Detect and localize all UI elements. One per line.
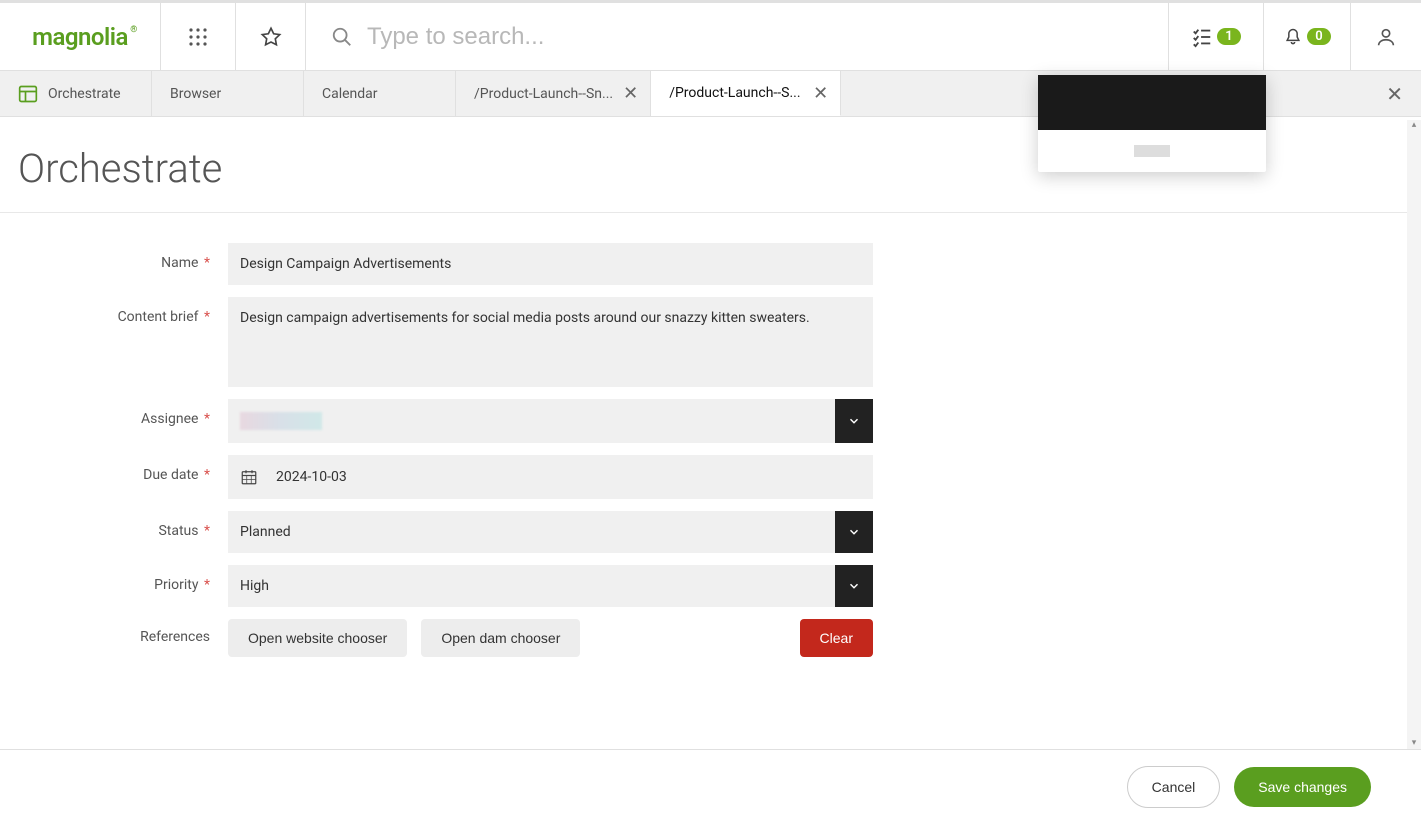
status-value: Planned — [240, 524, 291, 540]
popup-header — [1038, 75, 1266, 130]
tab-calendar[interactable]: Calendar — [304, 71, 456, 116]
scroll-up-icon: ▴ — [1407, 120, 1421, 131]
grid-icon — [188, 27, 208, 47]
tab-orchestrate[interactable]: Orchestrate — [0, 71, 152, 116]
bell-icon — [1283, 27, 1303, 47]
notifications-badge: 0 — [1307, 28, 1330, 45]
label-status: Status * — [0, 511, 228, 539]
popup-body — [1038, 130, 1266, 172]
close-icon[interactable]: ✕ — [623, 83, 638, 104]
footer-actions: Cancel Save changes — [0, 749, 1421, 824]
status-dropdown-button[interactable] — [835, 511, 873, 553]
status-field[interactable]: Planned — [228, 511, 835, 553]
tab-product-launch-2[interactable]: /Product-Launch--S... ✕ — [651, 71, 841, 116]
priority-field[interactable]: High — [228, 565, 835, 607]
close-all-icon[interactable]: ✕ — [1386, 82, 1403, 106]
open-website-chooser-button[interactable]: Open website chooser — [228, 619, 407, 657]
tab-product-launch-1[interactable]: /Product-Launch--Sn... ✕ — [456, 71, 651, 116]
chevron-down-icon — [847, 414, 861, 428]
star-icon — [260, 26, 282, 48]
popup-placeholder — [1134, 145, 1170, 157]
user-menu-button[interactable] — [1351, 3, 1421, 70]
calendar-icon — [240, 468, 258, 486]
due-date-value: 2024-10-03 — [276, 469, 347, 485]
label-due-date: Due date * — [0, 455, 228, 483]
favorites-button[interactable] — [236, 3, 306, 70]
assignee-dropdown-button[interactable] — [835, 399, 873, 443]
tab-label: /Product-Launch--Sn... — [474, 86, 613, 102]
logo-cell[interactable]: magnolia — [0, 3, 161, 70]
row-name: Name * — [0, 243, 1421, 285]
label-references: References — [0, 619, 228, 645]
label-assignee: Assignee * — [0, 399, 228, 427]
tasks-icon — [1191, 26, 1213, 48]
assignee-field[interactable] — [228, 399, 835, 443]
tab-label: Orchestrate — [48, 86, 121, 102]
assignee-chip — [240, 412, 322, 430]
label-name: Name * — [0, 243, 228, 271]
notifications-button[interactable]: 0 — [1264, 3, 1351, 70]
app-header: magnolia 1 0 — [0, 3, 1421, 71]
name-field[interactable] — [228, 243, 873, 285]
cancel-button[interactable]: Cancel — [1127, 766, 1221, 808]
label-priority: Priority * — [0, 565, 228, 593]
content-brief-field[interactable]: Design campaign advertisements for socia… — [228, 297, 873, 387]
scroll-down-icon: ▾ — [1407, 738, 1421, 749]
app-icon — [18, 84, 38, 104]
row-status: Status * Planned — [0, 511, 1421, 553]
save-button[interactable]: Save changes — [1234, 767, 1371, 807]
tab-label: /Product-Launch--S... — [669, 85, 800, 101]
chevron-down-icon — [847, 579, 861, 593]
search-icon — [331, 26, 353, 48]
main-content: Orchestrate Name * Content brief * Desig… — [0, 117, 1421, 749]
open-dam-chooser-button[interactable]: Open dam chooser — [421, 619, 580, 657]
row-content-brief: Content brief * Design campaign advertis… — [0, 297, 1421, 387]
tab-label: Browser — [170, 86, 221, 102]
label-content-brief: Content brief * — [0, 297, 228, 325]
tasks-button[interactable]: 1 — [1169, 3, 1264, 70]
row-priority: Priority * High — [0, 565, 1421, 607]
clear-button[interactable]: Clear — [800, 619, 873, 657]
apps-launcher-button[interactable] — [161, 3, 236, 70]
due-date-field[interactable]: 2024-10-03 — [228, 455, 873, 499]
row-due-date: Due date * 2024-10-03 — [0, 455, 1421, 499]
outer-scrollbar[interactable]: ▴ ▾ — [1407, 120, 1421, 749]
search-cell — [306, 3, 1169, 70]
priority-dropdown-button[interactable] — [835, 565, 873, 607]
notification-popup[interactable] — [1038, 75, 1266, 172]
form: Name * Content brief * Design campaign a… — [0, 212, 1421, 657]
search-input[interactable] — [367, 23, 1168, 51]
user-icon — [1375, 26, 1397, 48]
row-assignee: Assignee * — [0, 399, 1421, 443]
tasks-badge: 1 — [1217, 28, 1240, 45]
logo: magnolia — [32, 23, 128, 51]
row-references: References Open website chooser Open dam… — [0, 619, 1421, 657]
priority-value: High — [240, 578, 269, 594]
chevron-down-icon — [847, 525, 861, 539]
tab-browser[interactable]: Browser — [152, 71, 304, 116]
tab-label: Calendar — [322, 86, 378, 102]
close-icon[interactable]: ✕ — [813, 83, 828, 104]
